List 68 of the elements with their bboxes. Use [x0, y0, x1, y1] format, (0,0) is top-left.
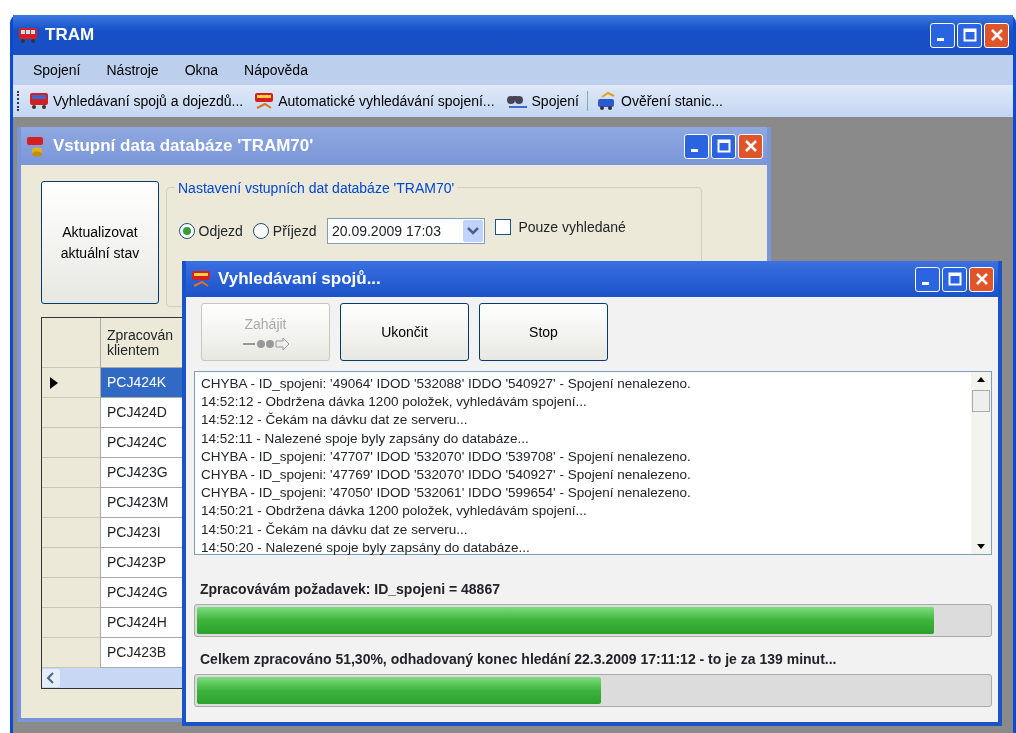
minimize-button[interactable] — [930, 22, 955, 48]
log-line: CHYBA - ID_spojeni: '47707' IDOD '532070' IDDO '539708' - Spojení nenalezeno. — [201, 447, 691, 466]
log-line: CHYBA - ID_spojeni: '47769' IDOD '532070' IDDO '540927' - Spojení nenalezeno. — [201, 466, 691, 484]
log-line: 14:52:12 - Čekám na dávku dat ze serveru... — [201, 411, 469, 430]
window-title: Vstupní data databáze 'TRAM70' — [53, 135, 314, 158]
maximize-button[interactable] — [711, 133, 736, 159]
minimize-icon — [937, 37, 944, 41]
toolbar-button[interactable]: Stop — [479, 303, 608, 361]
maximize-icon — [962, 28, 977, 42]
date-time-picker[interactable]: 20.09.2009 17:03 — [326, 218, 485, 244]
row-header — [42, 488, 100, 518]
date-time-value: 20.09.2009 17:03 — [331, 221, 441, 241]
row-header — [42, 428, 100, 458]
window-title: TRAM — [45, 24, 95, 47]
toolbar-button[interactable]: Automatické vyhledávání spojení... — [251, 90, 497, 112]
menu-item[interactable]: Okna — [184, 59, 219, 81]
checkbox[interactable] — [495, 219, 512, 235]
dropdown-icon[interactable] — [462, 220, 483, 242]
log-line: 14:52:12 - Obdržena dávka 1200 položek, vyhledávám spojení... — [201, 393, 588, 412]
row-header — [42, 638, 100, 668]
toolbar-grip — [17, 91, 20, 111]
toolbar-button[interactable]: Ukončit — [340, 303, 469, 361]
maximize-button[interactable] — [942, 266, 967, 292]
minimize-button[interactable] — [684, 133, 709, 159]
log-line: 14:52:11 - Nalezené spoje byly zapsány do databáze... — [201, 429, 530, 448]
toolbar-button[interactable]: Spojení — [502, 90, 581, 112]
bus-icon — [190, 269, 212, 289]
maximize-icon — [947, 272, 962, 286]
log-line: 14:50:21 - Čekám na dávku dat ze serveru... — [201, 520, 469, 539]
minimize-icon — [691, 148, 698, 152]
toolbar-button[interactable]: Ověření stanic... — [594, 90, 725, 112]
log-line: 14:50:20 - Nalezené spoje byly zapsány do databáze... — [201, 538, 531, 557]
minimize-button[interactable] — [915, 266, 940, 292]
bus-icon — [253, 91, 276, 111]
scroll-thumb[interactable] — [972, 390, 990, 412]
checkbox-label: Pouze vyhledané — [518, 217, 626, 237]
radio-button[interactable] — [253, 223, 270, 239]
window-title: Vyhledávaní spojů... — [218, 268, 381, 291]
close-button[interactable] — [984, 22, 1009, 48]
bus-icon — [28, 91, 50, 111]
close-icon — [974, 272, 989, 286]
close-icon — [743, 139, 758, 153]
menu-item[interactable]: Nástroje — [106, 59, 159, 81]
menu-item[interactable]: Nápověda — [244, 59, 308, 81]
close-button[interactable] — [738, 133, 763, 159]
log-line: 14:50:21 - Obdržena dávka 1200 položek, vyhledávám spojení... — [201, 502, 588, 521]
row-header — [42, 578, 100, 608]
scroll-left-icon[interactable] — [42, 669, 60, 687]
log-line: CHYBA - ID_spojeni: '47050' IDOD '532061' IDDO '599654' - Spojení nenalezeno. — [201, 484, 691, 503]
radio-label: Příjezd — [272, 221, 317, 241]
radio-button[interactable] — [179, 223, 195, 239]
row-header — [42, 518, 100, 548]
row-header — [42, 458, 100, 488]
refresh-button[interactable]: Aktualizovat aktuální stav — [41, 181, 159, 304]
maximize-icon — [716, 139, 731, 153]
toolbar-button[interactable]: Vyhledávaní spojů a dojezdů... — [26, 90, 246, 112]
radio-label: Odjezd — [198, 221, 243, 241]
menu-item[interactable]: Spojení — [33, 59, 81, 81]
close-button[interactable] — [969, 266, 994, 292]
row-header — [42, 608, 100, 638]
row-header — [42, 548, 100, 578]
progress-label: Celkem zpracováno 51,30%, odhadovaný konec hledání 22.3.2009 17:11:12 - to je za 139 minut... — [200, 650, 838, 669]
minimize-icon — [922, 281, 929, 285]
progress-label: Zpracovávám požadavek: ID_spojeni = 48867 — [200, 580, 501, 599]
app-icon — [17, 25, 39, 45]
log-line: CHYBA - ID_spojeni: '49064' IDOD '532088' IDDO '540927' - Spojení nenalezeno. — [201, 375, 691, 393]
maximize-button[interactable] — [957, 22, 982, 48]
close-icon — [989, 28, 1004, 42]
